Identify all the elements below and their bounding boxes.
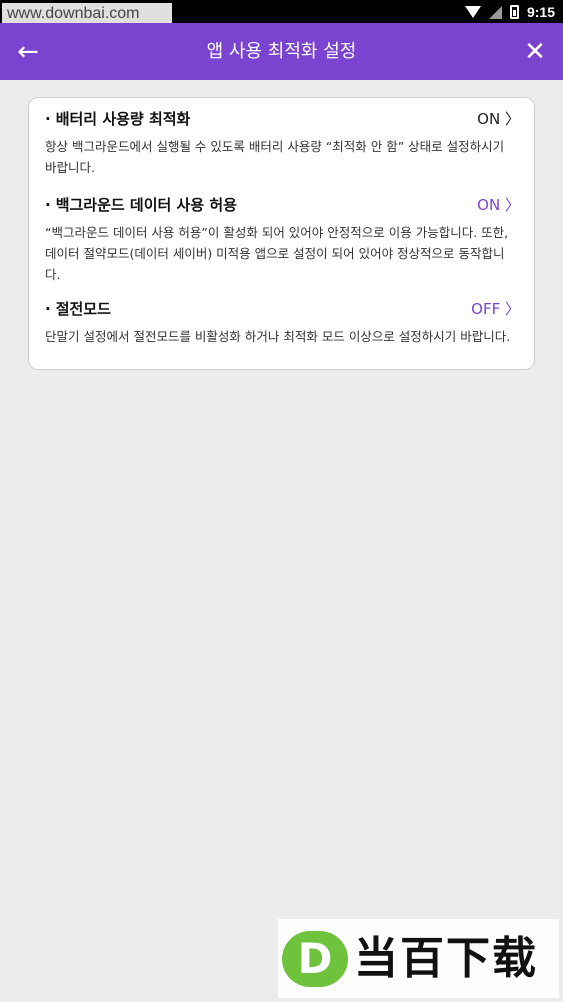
bullet-icon: · [45, 196, 51, 214]
section-header: · 백그라운드 데이터 사용 허용 ON 〉 [45, 194, 520, 216]
section-background-data: · 백그라운드 데이터 사용 허용 ON 〉 “백그라운드 데이터 사용 허용”이… [45, 194, 520, 285]
section-power-saving: · 절전모드 OFF 〉 단말기 설정에서 절전모드를 비활성화 하거나 최적화 … [45, 298, 520, 347]
section-title-text: 배터리 사용량 최적화 [55, 110, 191, 128]
status-value: ON [477, 196, 501, 214]
status-value: ON [477, 110, 501, 128]
section-description: 항상 백그라운드에서 실행될 수 있도록 배터리 사용량 “최적화 안 함” 상… [45, 139, 505, 175]
close-button[interactable]: ✕ [507, 23, 563, 80]
power-saving-status-link[interactable]: OFF 〉 [471, 298, 520, 320]
chevron-right-icon: 〉 [504, 300, 520, 318]
section-title-text: 백그라운드 데이터 사용 허용 [55, 196, 237, 214]
status-icons: 9:15 [464, 3, 555, 21]
section-battery-optimization: · 배터리 사용량 최적화 ON 〉 항상 백그라운드에서 실행될 수 있도록 배… [45, 108, 520, 178]
section-title: · 절전모드 [45, 298, 111, 320]
background-data-status-link[interactable]: ON 〉 [477, 194, 520, 216]
wifi-icon [464, 6, 481, 18]
status-bar: www.downbai.com 9:15 [0, 0, 563, 25]
bullet-icon: · [45, 300, 51, 318]
battery-icon [509, 5, 519, 19]
watermark-logo: D 当百下载 [278, 919, 559, 998]
section-title-text: 절전모드 [55, 300, 111, 318]
bullet-icon: · [45, 110, 51, 128]
section-title: · 배터리 사용량 최적화 [45, 108, 190, 130]
settings-card: · 배터리 사용량 최적화 ON 〉 항상 백그라운드에서 실행될 수 있도록 배… [28, 97, 535, 370]
status-value: OFF [471, 300, 501, 318]
watermark-url: www.downbai.com [2, 3, 172, 25]
section-description: “백그라운드 데이터 사용 허용”이 활성화 되어 있어야 안정적으로 이용 가… [45, 225, 509, 282]
section-header: · 배터리 사용량 최적화 ON 〉 [45, 108, 520, 130]
app-bar: ← 앱 사용 최적화 설정 ✕ [0, 23, 563, 80]
status-time: 9:15 [526, 4, 555, 20]
logo-d-icon: D [282, 931, 348, 987]
logo-text: 当百下载 [354, 933, 538, 984]
page-title: 앱 사용 최적화 설정 [206, 41, 357, 62]
signal-icon [488, 5, 502, 19]
battery-optimization-status-link[interactable]: ON 〉 [477, 108, 520, 130]
section-title: · 백그라운드 데이터 사용 허용 [45, 194, 237, 216]
back-arrow-icon: ← [17, 36, 39, 67]
chevron-right-icon: 〉 [504, 110, 520, 128]
chevron-right-icon: 〉 [504, 196, 520, 214]
back-button[interactable]: ← [0, 23, 56, 80]
section-description: 단말기 설정에서 절전모드를 비활성화 하거나 최적화 모드 이상으로 설정하시… [45, 329, 511, 344]
close-icon: ✕ [524, 36, 546, 67]
section-header: · 절전모드 OFF 〉 [45, 298, 520, 320]
